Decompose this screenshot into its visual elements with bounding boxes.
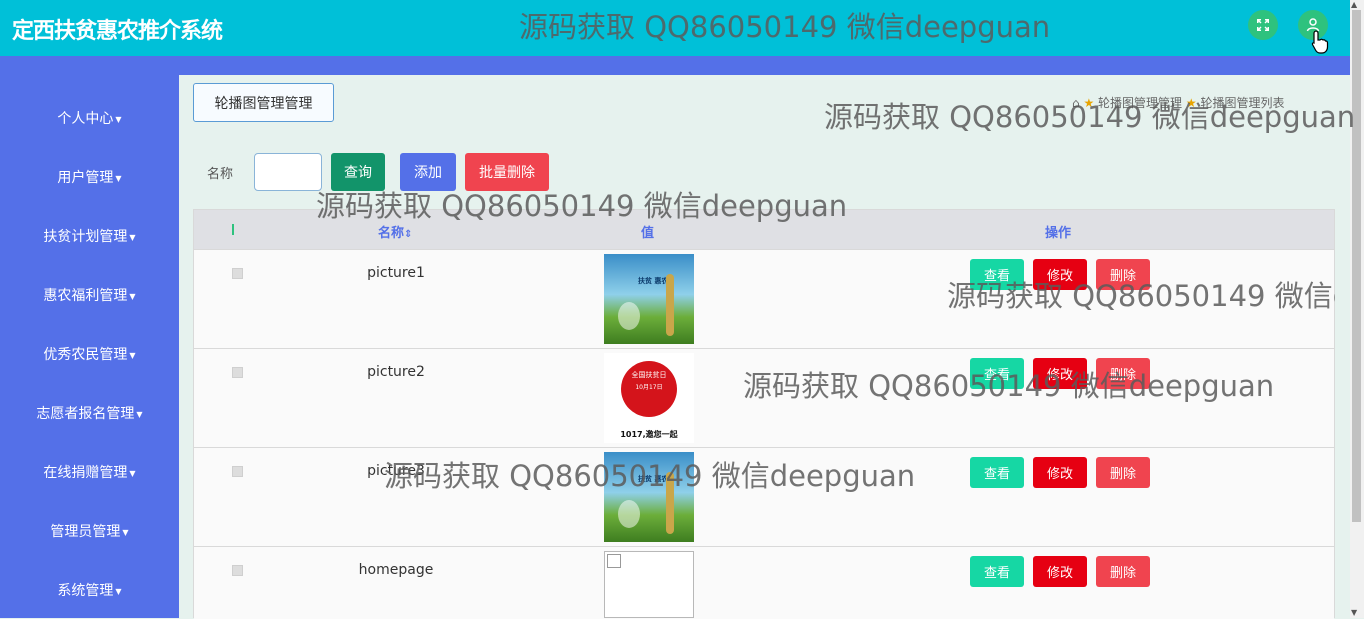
sidebar-item-personal-center[interactable]: 个人中心 ▼	[0, 108, 179, 128]
caret-down-icon: ▼	[129, 468, 136, 478]
column-header-value: 值	[641, 226, 655, 241]
sidebar-item-label: 个人中心	[57, 111, 114, 127]
sidebar-item-label: 系统管理	[57, 583, 114, 599]
broken-image-icon	[604, 551, 694, 618]
caret-down-icon: ▼	[115, 586, 122, 596]
select-all-checkbox[interactable]	[232, 224, 243, 235]
column-header-name[interactable]: 名称⇕	[378, 222, 412, 241]
poverty-day-logo-image: 全国扶贫日 10月17日 1017,邀您一起	[604, 353, 694, 443]
globe-icon	[618, 302, 640, 330]
sidebar-item-system[interactable]: 系统管理 ▼	[0, 580, 179, 600]
logo-top-text: 全国扶贫日	[631, 371, 667, 379]
edit-button[interactable]: 修改	[1033, 358, 1087, 389]
section-title-button[interactable]: 轮播图管理管理	[193, 83, 334, 122]
caret-down-icon: ▼	[129, 291, 136, 301]
sidebar-item-label: 优秀农民管理	[43, 347, 128, 363]
view-button[interactable]: 查看	[970, 358, 1024, 389]
scroll-up-icon[interactable]: ▲	[1351, 0, 1357, 9]
scroll-down-icon[interactable]: ▼	[1351, 608, 1357, 617]
caret-down-icon: ▼	[129, 350, 136, 360]
row-name: picture3	[367, 463, 425, 479]
edit-button[interactable]: 修改	[1033, 457, 1087, 488]
caret-down-icon: ▼	[122, 527, 129, 537]
breadcrumb: ⌂ ★ 轮播图管理管理 ★ 轮播图管理列表	[1072, 94, 1285, 111]
table-row	[194, 348, 1334, 448]
row-name: homepage	[358, 562, 434, 578]
delete-button[interactable]: 删除	[1096, 556, 1150, 587]
home-icon[interactable]: ⌂	[1072, 96, 1080, 110]
wheat-icon	[666, 472, 674, 534]
sidebar-item-volunteers[interactable]: 志愿者报名管理 ▼	[0, 403, 179, 423]
caret-down-icon: ▼	[115, 114, 122, 124]
view-button[interactable]: 查看	[970, 556, 1024, 587]
harvest-thumbnail-image: 扶贫 惠农	[604, 254, 694, 344]
row-name: picture2	[367, 364, 425, 380]
query-button[interactable]: 查询	[331, 153, 385, 191]
sidebar-item-donations[interactable]: 在线捐赠管理 ▼	[0, 462, 179, 482]
sidebar-item-label: 惠农福利管理	[43, 288, 128, 304]
row-name: picture1	[367, 265, 425, 281]
app-title: 定西扶贫惠农推介系统	[12, 19, 223, 44]
mouse-cursor-icon	[1311, 30, 1329, 58]
table-row	[194, 447, 1334, 547]
fullscreen-icon[interactable]	[1248, 10, 1278, 40]
sidebar-item-label: 在线捐赠管理	[43, 465, 128, 481]
scrollbar-thumb[interactable]	[1352, 10, 1361, 522]
logo-date-text: 10月17日	[635, 384, 663, 391]
top-header: 定西扶贫惠农推介系统	[0, 0, 1364, 56]
breadcrumb-level2: 轮播图管理列表	[1200, 96, 1285, 110]
edit-button[interactable]: 修改	[1033, 556, 1087, 587]
globe-icon	[618, 500, 640, 528]
watermark: 源码获取 QQ86050149 微信deepguan	[947, 279, 1335, 313]
add-button[interactable]: 添加	[400, 153, 456, 191]
sidebar-item-farmers[interactable]: 优秀农民管理 ▼	[0, 344, 179, 364]
caret-down-icon: ▼	[129, 232, 136, 242]
table-row	[194, 546, 1334, 619]
search-name-label: 名称	[207, 167, 234, 182]
harvest-thumbnail-image: 扶贫 惠农	[604, 452, 694, 542]
banner-text: 扶贫 惠农	[638, 277, 669, 285]
sidebar-item-admins[interactable]: 管理员管理 ▼	[0, 521, 179, 541]
sidebar-item-label: 志愿者报名管理	[36, 406, 135, 422]
batch-delete-button[interactable]: 批量删除	[465, 153, 549, 191]
view-button[interactable]: 查看	[970, 457, 1024, 488]
watermark-clip: 源码获取 QQ86050149 微信deepguan	[947, 273, 1335, 313]
row-checkbox[interactable]	[232, 565, 243, 576]
row-checkbox[interactable]	[232, 367, 243, 378]
search-name-input[interactable]	[254, 153, 322, 191]
sidebar-item-poverty-plan[interactable]: 扶贫计划管理 ▼	[0, 226, 179, 246]
logo-caption: 1017,邀您一起	[620, 430, 678, 439]
star-icon: ★	[1185, 96, 1197, 110]
banner-text: 扶贫 惠农	[638, 475, 669, 483]
row-checkbox[interactable]	[232, 466, 243, 477]
table-header: 名称⇕ 值 操作	[194, 210, 1334, 250]
star-icon: ★	[1083, 96, 1095, 110]
sidebar-item-label: 用户管理	[57, 170, 114, 186]
wheat-icon	[666, 274, 674, 336]
delete-button[interactable]: 删除	[1096, 457, 1150, 488]
sort-icon[interactable]: ⇕	[404, 229, 412, 240]
caret-down-icon: ▼	[136, 409, 143, 419]
red-circle-logo-icon: 全国扶贫日 10月17日	[621, 361, 677, 417]
delete-button[interactable]: 删除	[1096, 358, 1150, 389]
row-checkbox[interactable]	[232, 268, 243, 279]
column-header-actions: 操作	[1045, 226, 1072, 241]
sidebar-item-label: 扶贫计划管理	[43, 229, 128, 245]
breadcrumb-level1[interactable]: 轮播图管理管理	[1098, 96, 1182, 110]
header-accent-strip	[0, 56, 1350, 75]
sidebar-item-welfare[interactable]: 惠农福利管理 ▼	[0, 285, 179, 305]
caret-down-icon: ▼	[115, 173, 122, 183]
sidebar-item-user-management[interactable]: 用户管理 ▼	[0, 167, 179, 187]
sidebar-item-label: 管理员管理	[50, 524, 121, 540]
